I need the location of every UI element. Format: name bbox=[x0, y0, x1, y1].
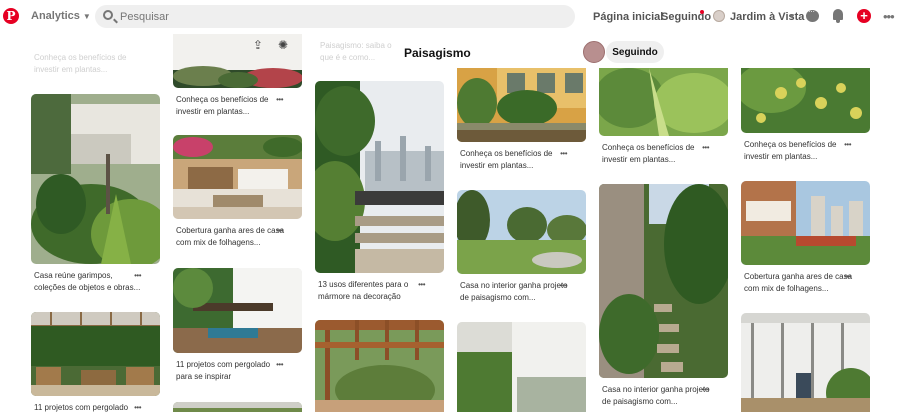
pin-caption[interactable]: 13 usos diferentes para o mármore na dec… bbox=[318, 280, 408, 301]
more-options-icon[interactable]: ••• bbox=[883, 9, 895, 24]
pin-caption-wrap: Conheça os benefícios de investir em pla… bbox=[457, 148, 569, 172]
pin-caption-wrap: Casa no interior ganha projeto de paisag… bbox=[599, 384, 711, 408]
pin-card[interactable]: Cobertura ganha ares de casa com mix de … bbox=[741, 181, 870, 295]
pin-caption-wrap: Cobertura ganha ares de casa com mix de … bbox=[173, 225, 285, 249]
pin-card[interactable]: 13 usos diferentes para o mármore na dec… bbox=[315, 81, 444, 303]
pin-image[interactable] bbox=[173, 268, 302, 353]
pin-card[interactable]: Conheça os benefícios de investir em pla… bbox=[741, 68, 870, 163]
pin-image[interactable] bbox=[173, 402, 302, 412]
pin-caption[interactable]: Conheça os benefícios de investir em pla… bbox=[744, 140, 837, 161]
pin-caption-wrap: Conheça os benefícios de investir em pla… bbox=[741, 139, 853, 163]
messages-icon[interactable] bbox=[806, 7, 819, 22]
pin-card[interactable]: ⇪ ✺ Conheça os benefícios de investir em… bbox=[173, 34, 302, 118]
share-icon[interactable]: ⇪ bbox=[253, 38, 263, 52]
pin-caption[interactable]: Cobertura ganha ares de casa com mix de … bbox=[176, 226, 284, 247]
pin-card[interactable]: Conheça os benefícios de investir em pla… bbox=[599, 68, 728, 166]
pin-card[interactable]: 11 projetos com pergolado ••• bbox=[31, 312, 160, 412]
board-title: Paisagismo bbox=[404, 46, 471, 60]
analytics-label: Analytics bbox=[31, 10, 80, 22]
top-navigation-bar: P Analytics▼ Página inicial Seguindo Jar… bbox=[0, 0, 900, 34]
pin-caption-wrap: Casa no interior ganha projeto de paisag… bbox=[457, 280, 569, 304]
pin-image[interactable]: ⇪ ✺ bbox=[173, 34, 302, 88]
pin-image[interactable] bbox=[173, 135, 302, 219]
faded-caption: Paisagismo: saiba o que é e como... bbox=[320, 41, 392, 62]
pin-image[interactable] bbox=[31, 94, 160, 264]
pin-image[interactable] bbox=[599, 68, 728, 136]
pin-more-icon[interactable]: ••• bbox=[844, 271, 851, 283]
pin-card[interactable]: Casa no interior ganha projeto de paisag… bbox=[457, 190, 586, 304]
pin-more-icon[interactable]: ••• bbox=[844, 139, 851, 151]
pin-image[interactable] bbox=[741, 181, 870, 265]
pin-image[interactable] bbox=[599, 184, 728, 378]
account-chevron-down-icon[interactable]: ▼ bbox=[788, 12, 796, 21]
pin-more-icon[interactable]: ••• bbox=[560, 148, 567, 160]
home-link[interactable]: Página inicial bbox=[593, 11, 663, 23]
create-plus-icon[interactable]: + bbox=[857, 9, 871, 23]
pin-caption[interactable]: Casa no interior ganha projeto de paisag… bbox=[460, 281, 568, 302]
pin-caption-wrap: Conheça os benefícios de investir em pla… bbox=[599, 142, 711, 166]
pin-caption[interactable]: 11 projetos com pergolado para se inspir… bbox=[176, 360, 270, 381]
following-button[interactable]: Seguindo bbox=[606, 41, 664, 63]
pin-caption-wrap: 11 projetos com pergolado para se inspir… bbox=[173, 359, 285, 383]
pin-caption-wrap: Casa reúne garimpos, coleções de objetos… bbox=[31, 270, 143, 294]
pin-caption[interactable]: Casa reúne garimpos, coleções de objetos… bbox=[34, 271, 140, 292]
pin-image[interactable] bbox=[457, 190, 586, 274]
pin-card[interactable]: Casa reúne garimpos, coleções de objetos… bbox=[31, 94, 160, 294]
notification-dot bbox=[700, 10, 704, 14]
pin-card[interactable]: Cobertura ganha ares de casa com mix de … bbox=[173, 135, 302, 249]
pin-caption[interactable]: Casa no interior ganha projeto de paisag… bbox=[602, 385, 710, 406]
pin-image[interactable] bbox=[31, 312, 160, 396]
visual-search-icon[interactable]: ✺ bbox=[278, 38, 288, 52]
pin-image[interactable] bbox=[457, 322, 586, 412]
pin-caption-wrap: 13 usos diferentes para o mármore na dec… bbox=[315, 279, 427, 303]
pin-caption[interactable]: Conheça os benefícios de investir em pla… bbox=[460, 149, 553, 170]
pin-more-icon[interactable]: ••• bbox=[560, 280, 567, 292]
pin-more-icon[interactable]: ••• bbox=[702, 384, 709, 396]
pin-caption[interactable]: Conheça os benefícios de investir em pla… bbox=[176, 95, 269, 116]
pin-image[interactable] bbox=[457, 68, 586, 142]
pin-image[interactable] bbox=[741, 313, 870, 412]
pin-image[interactable] bbox=[741, 68, 870, 133]
pin-more-icon[interactable]: ••• bbox=[702, 142, 709, 154]
pin-card[interactable]: Casa no interior ganha projeto de paisag… bbox=[599, 184, 728, 408]
pin-hover-actions: ⇪ ✺ bbox=[253, 38, 288, 52]
account-avatar[interactable] bbox=[713, 10, 725, 22]
pin-card[interactable]: Conheça os benefícios de investir em pla… bbox=[457, 68, 586, 172]
search-input[interactable] bbox=[120, 9, 520, 24]
pin-more-icon[interactable]: ••• bbox=[276, 359, 283, 371]
pin-caption-wrap: 11 projetos com pergolado ••• bbox=[31, 402, 143, 412]
board-owner-avatar[interactable] bbox=[583, 41, 605, 63]
analytics-menu[interactable]: Analytics ▼ bbox=[31, 10, 91, 22]
pin-caption-wrap: Cobertura ganha ares de casa com mix de … bbox=[741, 271, 853, 295]
pin-more-icon[interactable]: ••• bbox=[276, 94, 283, 106]
pin-caption[interactable]: 11 projetos com pergolado bbox=[34, 403, 128, 412]
pinterest-logo-icon[interactable]: P bbox=[3, 8, 19, 24]
pin-image[interactable] bbox=[315, 81, 444, 273]
pin-more-icon[interactable]: ••• bbox=[276, 225, 283, 237]
chevron-down-icon: ▼ bbox=[82, 12, 91, 21]
faded-caption: Conheça os benefícios de investir em pla… bbox=[34, 53, 127, 74]
pin-card[interactable] bbox=[741, 313, 870, 412]
pin-card[interactable] bbox=[173, 402, 302, 412]
pin-card[interactable]: 11 projetos com pergolado para se inspir… bbox=[173, 268, 302, 383]
pin-caption[interactable]: Cobertura ganha ares de casa com mix de … bbox=[744, 272, 852, 293]
pin-card[interactable] bbox=[457, 322, 586, 412]
search-bar[interactable] bbox=[95, 5, 575, 28]
pin-more-icon[interactable]: ••• bbox=[418, 279, 425, 291]
pin-more-icon[interactable]: ••• bbox=[134, 402, 141, 412]
pin-image[interactable] bbox=[315, 320, 444, 412]
pin-caption[interactable]: Conheça os benefícios de investir em pla… bbox=[602, 143, 695, 164]
pin-more-icon[interactable]: ••• bbox=[134, 270, 141, 282]
notifications-bell-icon[interactable] bbox=[833, 9, 843, 23]
pin-caption-wrap: Conheça os benefícios de investir em pla… bbox=[173, 94, 285, 118]
search-icon bbox=[103, 10, 113, 20]
pin-card[interactable] bbox=[315, 320, 444, 412]
